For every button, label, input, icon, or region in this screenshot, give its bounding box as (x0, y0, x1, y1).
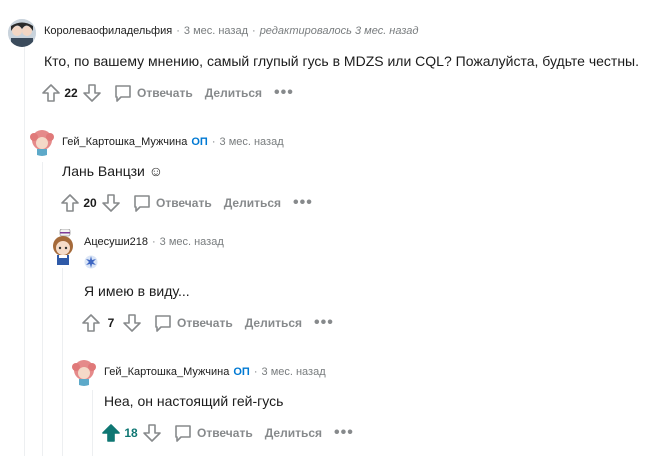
avatar[interactable] (48, 229, 78, 267)
reply-label: Отвечать (137, 86, 193, 100)
timestamp[interactable]: 3 мес. назад (184, 25, 248, 37)
upvote-icon (42, 84, 60, 102)
comment-text: Я имею в виду... (84, 283, 190, 299)
thread-line[interactable] (92, 390, 93, 456)
avatar[interactable] (70, 358, 98, 386)
reply-label: Отвечать (197, 426, 253, 440)
upvote-icon (102, 424, 120, 442)
more-icon[interactable]: ••• (293, 195, 313, 211)
downvote-button[interactable] (141, 422, 163, 444)
reply-bubble-icon (115, 85, 131, 102)
separator: · (151, 236, 156, 248)
vote-score: 7 (107, 316, 115, 330)
more-icon[interactable]: ••• (314, 315, 334, 331)
username[interactable]: Гей_Картошка_Мужчина (104, 366, 229, 378)
comment-text: Неа, он настоящий гей-гусь (104, 393, 284, 409)
comment-actions: 22 Отвечать Делиться ••• (40, 81, 294, 105)
username[interactable]: Ацесуши218 (84, 236, 148, 248)
share-button[interactable]: Делиться (224, 196, 281, 210)
share-button[interactable]: Делиться (245, 316, 302, 330)
reply-button[interactable]: Отвечать (132, 193, 212, 213)
share-button[interactable]: Делиться (205, 86, 262, 100)
more-icon[interactable]: ••• (274, 85, 294, 101)
vote-score: 20 (83, 196, 97, 210)
timestamp[interactable]: 3 мес. назад (262, 366, 326, 378)
comment-actions: 18 Отвечать Делиться ••• (100, 421, 354, 445)
edited-label: редактировалось 3 мес. назад (259, 25, 419, 37)
upvote-button[interactable] (59, 192, 81, 214)
avatar[interactable] (8, 19, 36, 47)
separator: · (253, 366, 258, 378)
upvote-button[interactable] (40, 82, 62, 104)
comment-text: Кто, по вашему мнению, самый глупый гусь… (44, 53, 640, 69)
reply-button[interactable]: Отвечать (113, 83, 193, 103)
reply-bubble-icon (155, 315, 171, 332)
upvote-button[interactable] (80, 312, 102, 334)
reply-label: Отвечать (177, 316, 233, 330)
more-icon[interactable]: ••• (334, 425, 354, 441)
reply-label: Отвечать (156, 196, 212, 210)
flair-icon (84, 255, 98, 269)
downvote-icon (102, 194, 120, 212)
downvote-button[interactable] (81, 82, 103, 104)
downvote-icon (143, 424, 161, 442)
reply-button[interactable]: Отвечать (153, 313, 233, 333)
thread-line[interactable] (62, 268, 63, 456)
downvote-button[interactable] (121, 312, 143, 334)
separator: · (252, 25, 256, 37)
comment-actions: 7 Отвечать Делиться ••• (80, 311, 334, 335)
upvote-icon (82, 314, 100, 332)
upvote-icon (61, 194, 79, 212)
username[interactable]: Гей_Картошка_Мужчина (62, 136, 187, 148)
vote-score: 22 (64, 86, 78, 100)
downvote-icon (123, 314, 141, 332)
thread-line[interactable] (24, 42, 25, 456)
upvote-button[interactable] (100, 422, 122, 444)
separator: · (176, 25, 180, 37)
avatar[interactable] (28, 128, 56, 156)
reply-button[interactable]: Отвечать (173, 423, 253, 443)
separator: · (211, 136, 216, 148)
username[interactable]: Королеваофиладельфия (44, 25, 172, 37)
reply-bubble-icon (134, 195, 150, 212)
vote-score: 18 (124, 426, 138, 440)
downvote-icon (83, 84, 101, 102)
comment-actions: 20 Отвечать Делиться ••• (59, 191, 313, 215)
share-button[interactable]: Делиться (265, 426, 322, 440)
op-badge: ОП (191, 136, 208, 148)
op-badge: ОП (233, 366, 250, 378)
downvote-button[interactable] (100, 192, 122, 214)
timestamp[interactable]: 3 мес. назад (220, 136, 284, 148)
comment-text: Лань Ванцзи ☺ (62, 163, 164, 179)
timestamp[interactable]: 3 мес. назад (160, 236, 224, 248)
thread-line[interactable] (42, 162, 43, 456)
reply-bubble-icon (175, 425, 191, 442)
